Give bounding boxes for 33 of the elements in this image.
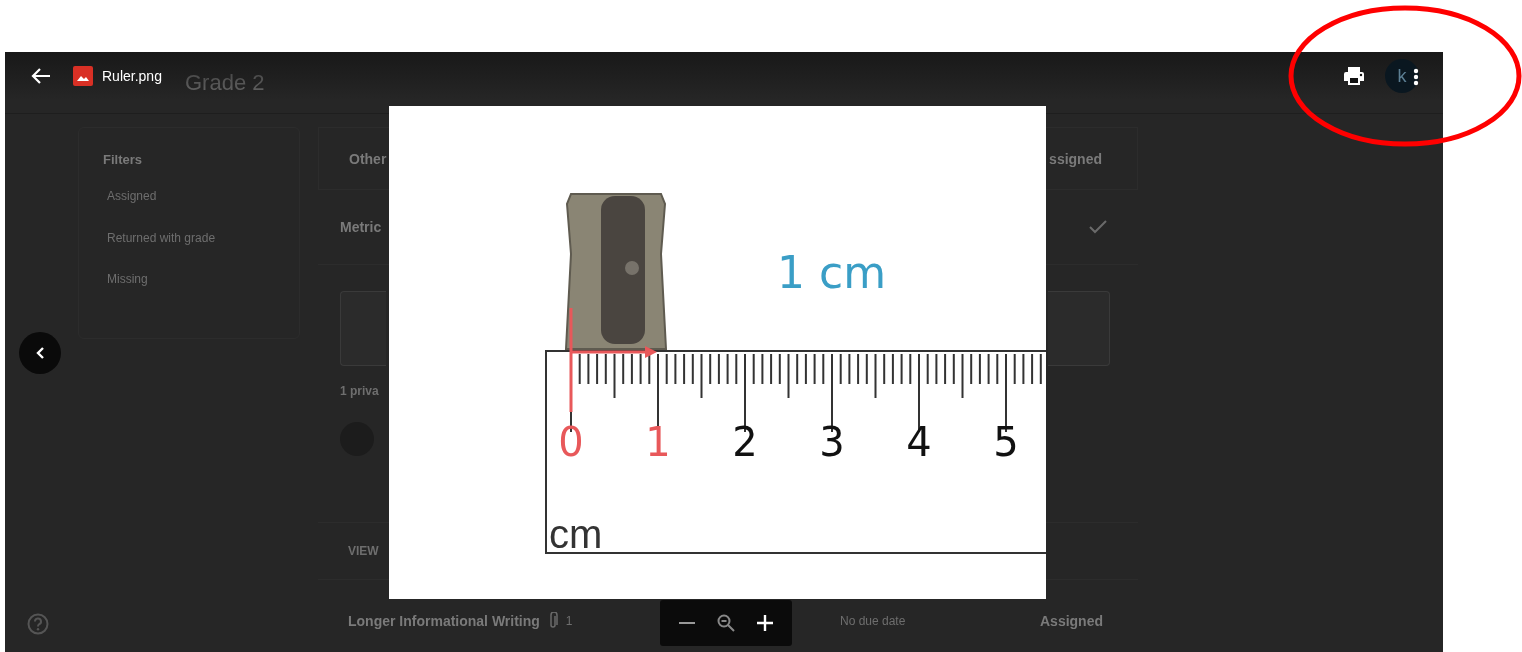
ruler-number: 1 bbox=[645, 419, 671, 465]
image-file-icon bbox=[73, 66, 93, 86]
ruler-number: 3 bbox=[819, 419, 845, 465]
section-title: Other bbox=[349, 150, 387, 167]
zoom-plus-icon[interactable] bbox=[757, 615, 773, 631]
status-label: ssigned bbox=[1049, 150, 1102, 167]
view-link[interactable]: VIEW bbox=[348, 544, 379, 558]
back-arrow-icon[interactable] bbox=[31, 67, 51, 85]
filters-title: Filters bbox=[103, 152, 143, 167]
paperclip-icon bbox=[547, 612, 558, 630]
more-menu-icon[interactable] bbox=[1413, 68, 1419, 86]
filter-item[interactable]: Missing bbox=[103, 272, 275, 314]
unit-label: cm bbox=[549, 512, 603, 556]
assignment-title[interactable]: Metric bbox=[340, 219, 382, 235]
comments-label: 1 priva bbox=[340, 384, 379, 398]
zoom-minus-icon[interactable] bbox=[679, 621, 695, 625]
zoom-out-icon[interactable] bbox=[717, 614, 735, 632]
ruler-number: 0 bbox=[558, 419, 584, 465]
assignment-title[interactable]: Longer Informational Writing bbox=[348, 613, 540, 629]
ruler-number: 5 bbox=[993, 419, 1019, 465]
ruler-number: 4 bbox=[906, 419, 932, 465]
check-icon bbox=[1088, 219, 1108, 235]
filter-item[interactable]: Returned with grade bbox=[103, 230, 275, 273]
attachment-count: 1 bbox=[565, 614, 573, 628]
class-title: Grade 2 bbox=[185, 69, 265, 96]
filter-item[interactable]: Assigned bbox=[103, 189, 275, 231]
status-label: Assigned bbox=[1040, 613, 1103, 629]
image-caption: 1 cm bbox=[777, 247, 887, 298]
chevron-left-icon bbox=[35, 346, 45, 360]
ruler-number: 2 bbox=[732, 419, 758, 465]
file-name: Ruler.png bbox=[102, 68, 162, 84]
print-icon[interactable] bbox=[1343, 66, 1365, 86]
due-date: No due date bbox=[840, 614, 907, 628]
